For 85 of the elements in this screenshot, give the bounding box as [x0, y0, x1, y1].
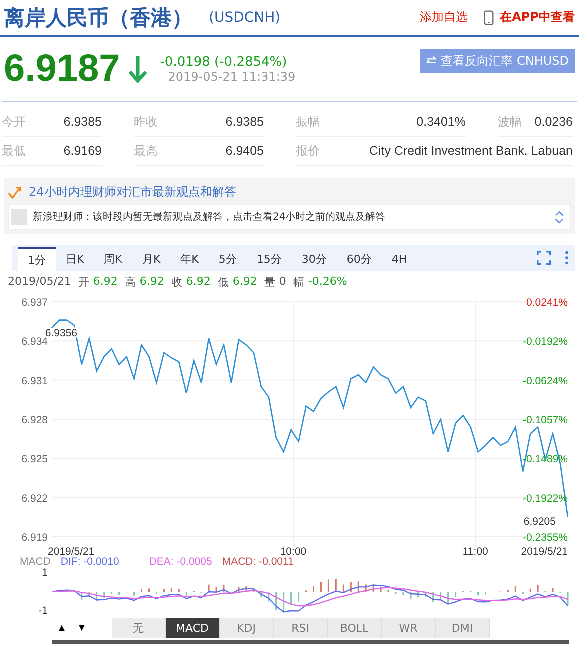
- avatar-icon: [11, 209, 27, 225]
- period-tab[interactable]: 月K: [132, 247, 171, 271]
- indicator-tab[interactable]: BOLL: [328, 618, 382, 638]
- price-annotation: 6.9205: [524, 516, 556, 528]
- stat-label: 振幅: [296, 114, 320, 130]
- y-axis-label: 6.931: [22, 375, 48, 388]
- bar-field-value: -0.26%: [308, 275, 348, 290]
- stat-value: 6.9405: [226, 144, 264, 158]
- symbol-code: (USDCNH): [209, 10, 281, 26]
- macd-legend-item: MACD: -0.0011: [222, 556, 294, 568]
- swap-arrows-icon: [426, 56, 438, 66]
- more-menu-icon[interactable]: [565, 251, 569, 265]
- macd-axis-label: -1: [38, 605, 48, 617]
- page-title: 离岸人民币（香港）: [4, 4, 193, 32]
- stat-value: 6.9385: [226, 115, 264, 129]
- x-axis-label: 11:00: [462, 546, 488, 558]
- y-axis-label: 6.919: [22, 532, 48, 544]
- macd-legend-item: MACD: [20, 556, 51, 568]
- indicator-tab[interactable]: WR: [382, 618, 436, 638]
- indicator-tab[interactable]: RSI: [274, 618, 328, 638]
- macd-axis-label: 1: [42, 568, 48, 579]
- period-tab[interactable]: 5分: [208, 247, 247, 271]
- x-axis-label: 2019/5/21: [48, 546, 95, 558]
- bar-field-label: 低: [218, 275, 229, 291]
- quote-time: 2019-05-21 11:31:39: [167, 70, 296, 84]
- stat-value: City Credit Investment Bank. Labuan: [369, 144, 573, 158]
- indicator-tab[interactable]: DMI: [436, 618, 490, 638]
- period-tab[interactable]: 15分: [246, 247, 292, 271]
- bar-field-label: 开: [78, 275, 90, 291]
- y-axis-label: 6.937: [22, 297, 48, 309]
- bar-field-value: 6.92: [186, 275, 211, 290]
- x-axis-label: 10:00: [280, 546, 307, 558]
- period-tab[interactable]: 30分: [292, 247, 337, 271]
- indicator-tab[interactable]: KDJ: [220, 618, 274, 638]
- stat-label: 最高: [134, 142, 158, 160]
- period-tab[interactable]: 日K: [56, 247, 94, 271]
- period-tab[interactable]: 4H: [382, 247, 418, 271]
- period-tab[interactable]: 年K: [170, 247, 209, 271]
- percent-axis-label: -0.0624%: [523, 375, 568, 388]
- macd-legend-item: DIF: -0.0010: [60, 556, 120, 568]
- percent-axis-label: -0.0192%: [523, 336, 568, 348]
- phone-icon: [484, 10, 494, 26]
- fullscreen-icon[interactable]: [537, 251, 551, 265]
- y-axis-label: 6.928: [22, 414, 48, 426]
- bar-date: 2019/05/21: [8, 275, 72, 290]
- scroll-arrows-icon[interactable]: [555, 210, 564, 224]
- percent-axis-label: 0.0241%: [526, 297, 568, 309]
- current-price: 6.9187: [4, 48, 120, 90]
- bar-field-value: 6.92: [140, 275, 164, 290]
- view-in-app-link[interactable]: 在APP中查看: [500, 9, 575, 26]
- stat-value: 0.0236: [534, 115, 573, 129]
- y-axis-label: 6.922: [22, 492, 48, 505]
- bar-field-label: 高: [124, 275, 136, 291]
- stat-label: 今开: [2, 114, 26, 130]
- indicator-tab[interactable]: 无: [112, 618, 166, 638]
- stat-value: 6.9169: [64, 144, 102, 158]
- percent-axis-label: -0.1057%: [523, 414, 568, 426]
- advice-title-link[interactable]: 24小时内理财师对汇市最新观点和解答: [29, 184, 236, 200]
- bar-field-value: 6.92: [93, 275, 118, 290]
- bar-field-label: 收: [171, 275, 182, 291]
- stat-label: 报价: [296, 142, 320, 160]
- stat-label: 最低: [2, 142, 26, 160]
- y-axis-label: 6.934: [22, 336, 48, 348]
- bar-field-value: 0: [279, 275, 286, 290]
- trend-arrow-icon: [8, 184, 23, 200]
- stat-label: 波幅: [498, 114, 522, 130]
- scrollbar[interactable]: [52, 640, 569, 644]
- bar-field-label: 幅: [293, 275, 304, 291]
- period-tab[interactable]: 周K: [94, 247, 132, 271]
- macd-legend-item: DEA: -0.0005: [149, 556, 212, 568]
- y-axis-label: 6.925: [22, 454, 48, 466]
- period-tab[interactable]: 60分: [336, 247, 382, 271]
- stat-value: 6.9385: [64, 115, 102, 129]
- price-change: -0.0198 (-0.2854%): [160, 54, 288, 70]
- percent-axis-label: -0.2355%: [523, 532, 568, 544]
- bar-field-value: 6.92: [232, 275, 258, 290]
- period-tab[interactable]: 1分: [18, 247, 56, 271]
- advice-message[interactable]: 新浪理财师：该时段内暂无最新观点及解答，点击查看24小时之前的观点及解答: [33, 210, 386, 224]
- bar-field-label: 量: [264, 275, 276, 291]
- x-axis-label: 2019/5/21: [521, 546, 568, 558]
- stat-label: 昨收: [134, 114, 158, 130]
- indicator-tab[interactable]: MACD: [166, 618, 220, 638]
- add-watchlist-link[interactable]: 添加自选: [420, 9, 468, 26]
- stat-value: 0.3401%: [416, 115, 466, 129]
- down-arrow-icon: [128, 54, 148, 84]
